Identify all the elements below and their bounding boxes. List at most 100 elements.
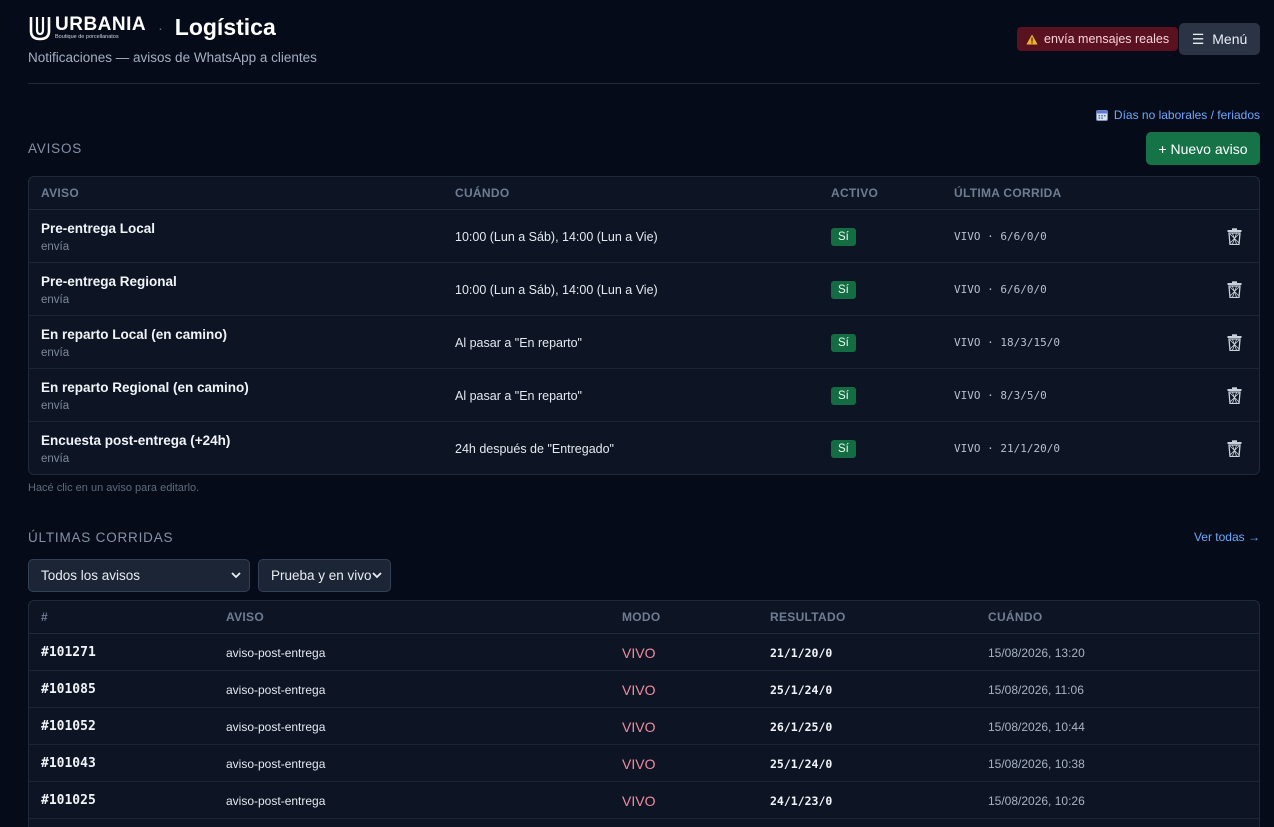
column-header-id: #	[41, 610, 48, 624]
run-mode: VIVO	[622, 792, 656, 809]
aviso-schedule: 10:00 (Lun a Sáb), 14:00 (Lun a Vie)	[455, 282, 658, 297]
new-aviso-button[interactable]: + Nuevo aviso	[1146, 132, 1260, 165]
aviso-row[interactable]: Pre-entrega Local envía 10:00 (Lun a Sáb…	[29, 210, 1259, 263]
aviso-name: Pre-entrega Local	[41, 221, 156, 236]
active-badge: Sí	[831, 227, 856, 246]
aviso-active: Sí	[831, 210, 856, 263]
aviso-action: envía	[41, 453, 70, 465]
run-row[interactable]: #101085 aviso-post-entrega VIVO 25/1/24/…	[29, 671, 1259, 708]
run-aviso: aviso-post-entrega	[226, 793, 326, 808]
aviso-active: Sí	[831, 422, 856, 474]
run-row[interactable]: #101052 aviso-post-entrega VIVO 26/1/25/…	[29, 708, 1259, 745]
column-header-cuando: CUÁNDO	[988, 610, 1043, 624]
aviso-name: En reparto Local (en camino)	[41, 327, 228, 342]
run-result: 21/1/20/0	[770, 645, 833, 660]
run-row[interactable]: #101043 aviso-post-entrega VIVO 25/1/24/…	[29, 745, 1259, 782]
trash-icon[interactable]	[1227, 334, 1242, 351]
runs-table: # AVISO MODO RESULTADO CUÁNDO #101271 av…	[28, 600, 1260, 827]
run-aviso: aviso-post-entrega	[226, 756, 326, 771]
active-badge: Sí	[831, 386, 856, 405]
run-mode: VIVO	[622, 755, 656, 772]
warning-badge-label: envía mensajes reales	[1044, 32, 1170, 46]
run-row[interactable]: #101271 aviso-post-entrega VIVO 21/1/20/…	[29, 634, 1259, 671]
trash-icon[interactable]	[1227, 228, 1242, 245]
run-id: #101271	[41, 645, 96, 660]
aviso-last-run: VIVO · 18/3/15/0	[954, 336, 1060, 349]
logo-tagline: Boutique de porcellanatos	[55, 33, 119, 40]
edit-hint: Hacé clic en un aviso para editarlo.	[28, 482, 200, 494]
warning-icon	[1026, 34, 1038, 44]
see-all-link[interactable]: Ver todas →	[1194, 530, 1260, 544]
aviso-last-run: VIVO · 6/6/0/0	[954, 283, 1047, 296]
aviso-schedule: 24h después de "Entregado"	[455, 441, 614, 456]
column-header-aviso: AVISO	[226, 610, 264, 624]
run-mode: VIVO	[622, 718, 656, 735]
brand: URBANIA Boutique de porcellanatos · Logí…	[28, 14, 276, 41]
logo-icon	[29, 16, 51, 40]
aviso-active: Sí	[831, 316, 856, 369]
holidays-link[interactable]: Días no laborales / feriados	[1095, 108, 1260, 122]
aviso-schedule: Al pasar a "En reparto"	[455, 388, 582, 403]
logo-text: URBANIA Boutique de porcellanatos	[55, 15, 146, 41]
run-timestamp: 15/08/2026, 10:26	[988, 793, 1085, 808]
brand-separator: ·	[158, 19, 163, 36]
run-result: 24/1/23/0	[770, 793, 833, 808]
aviso-schedule: 10:00 (Lun a Sáb), 14:00 (Lun a Vie)	[455, 229, 658, 244]
run-id: #101043	[41, 756, 96, 771]
run-timestamp: 15/08/2026, 13:20	[988, 645, 1085, 660]
run-mode: VIVO	[622, 644, 656, 661]
avisos-section-title: AVISOS	[28, 141, 83, 156]
run-timestamp: 15/08/2026, 10:38	[988, 756, 1085, 771]
aviso-name: Pre-entrega Regional	[41, 274, 177, 289]
trash-icon[interactable]	[1227, 440, 1242, 457]
menu-button-label: Menú	[1212, 31, 1248, 47]
aviso-row[interactable]: Encuesta post-entrega (+24h) envía 24h d…	[29, 422, 1259, 474]
column-header-modo: MODO	[622, 610, 661, 624]
aviso-filter-value: Todos los avisos	[41, 568, 141, 583]
page: URBANIA Boutique de porcellanatos · Logí…	[28, 0, 1260, 827]
run-row[interactable]: #101025 aviso-post-entrega VIVO 24/1/23/…	[29, 782, 1259, 819]
run-aviso: aviso-post-entrega	[226, 645, 326, 660]
run-aviso: aviso-post-entrega	[226, 682, 326, 697]
aviso-row[interactable]: En reparto Local (en camino) envía Al pa…	[29, 316, 1259, 369]
logo-name: URBANIA	[55, 13, 147, 35]
aviso-name: Encuesta post-entrega (+24h)	[41, 433, 231, 448]
aviso-row[interactable]: En reparto Regional (en camino) envía Al…	[29, 369, 1259, 422]
aviso-row[interactable]: Pre-entrega Regional envía 10:00 (Lun a …	[29, 263, 1259, 316]
aviso-filter-select[interactable]: Todos los avisos	[28, 559, 250, 592]
aviso-active: Sí	[831, 369, 856, 422]
runs-section-title: ÚLTIMAS CORRIDAS	[28, 530, 174, 545]
run-id: #101085	[41, 682, 96, 697]
run-timestamp: 15/08/2026, 10:44	[988, 719, 1085, 734]
column-header-aviso: AVISO	[41, 186, 79, 200]
trash-icon[interactable]	[1227, 387, 1242, 404]
header: URBANIA Boutique de porcellanatos · Logí…	[28, 0, 1260, 84]
trash-icon[interactable]	[1227, 281, 1242, 298]
live-warning-badge: envía mensajes reales	[1017, 27, 1179, 51]
active-badge: Sí	[831, 439, 856, 458]
avisos-table: AVISO CUÁNDO ACTIVO ÚLTIMA CORRIDA Pre-e…	[28, 176, 1260, 475]
run-id: #101025	[41, 793, 96, 808]
run-aviso: aviso-post-entrega	[226, 719, 326, 734]
avisos-table-header: AVISO CUÁNDO ACTIVO ÚLTIMA CORRIDA	[29, 177, 1259, 210]
run-timestamp: 15/08/2026, 11:06	[988, 682, 1084, 697]
run-id: #101052	[41, 719, 96, 734]
menu-icon: ☰	[1191, 30, 1205, 47]
logo[interactable]: URBANIA Boutique de porcellanatos	[28, 15, 146, 41]
aviso-action: envía	[41, 241, 70, 253]
chevron-down-icon	[372, 572, 382, 579]
column-header-ultima-corrida: ÚLTIMA CORRIDA	[954, 186, 1062, 200]
menu-button[interactable]: ☰ Menú	[1179, 23, 1260, 55]
mode-filter-value: Prueba y en vivo	[271, 568, 372, 583]
active-badge: Sí	[831, 333, 856, 352]
column-header-resultado: RESULTADO	[770, 610, 846, 624]
runs-table-header: # AVISO MODO RESULTADO CUÁNDO	[29, 601, 1259, 634]
page-subtitle: Notificaciones — avisos de WhatsApp a cl…	[28, 50, 317, 65]
aviso-last-run: VIVO · 21/1/20/0	[954, 442, 1060, 455]
column-header-activo: ACTIVO	[831, 186, 879, 200]
active-badge: Sí	[831, 280, 856, 299]
column-header-cuando: CUÁNDO	[455, 186, 510, 200]
mode-filter-select[interactable]: Prueba y en vivo	[258, 559, 391, 592]
aviso-action: envía	[41, 347, 70, 359]
aviso-active: Sí	[831, 263, 856, 316]
